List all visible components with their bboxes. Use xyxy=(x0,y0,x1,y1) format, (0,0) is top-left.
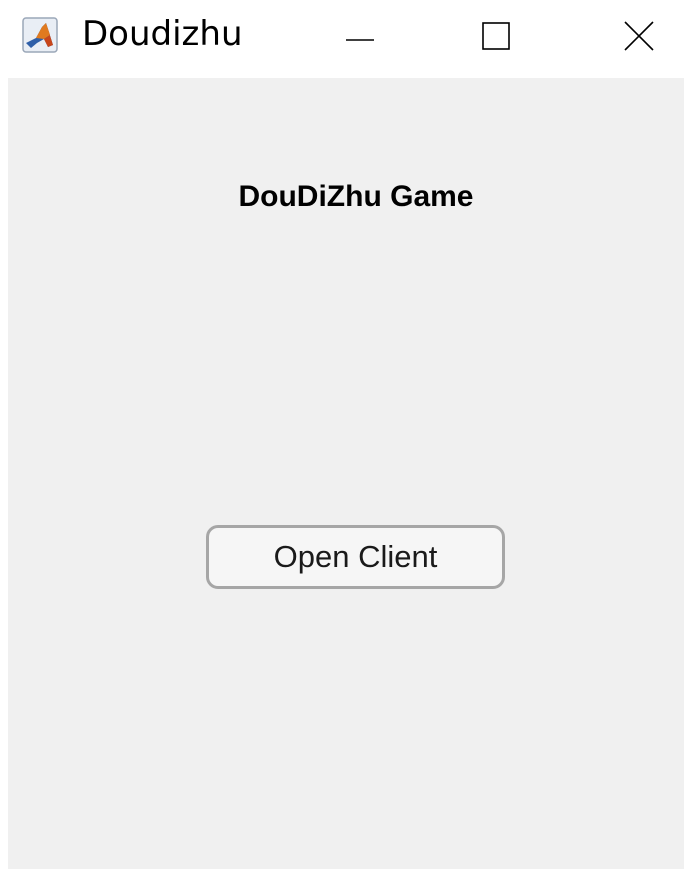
title-bar[interactable]: Doudizhu xyxy=(0,0,684,78)
matlab-logo-icon xyxy=(22,17,58,53)
figure-panel: DouDiZhu Game Open Client xyxy=(8,78,684,869)
window-title: Doudizhu xyxy=(82,14,243,54)
minimize-button[interactable] xyxy=(324,10,396,62)
maximize-icon xyxy=(482,22,510,50)
maximize-button[interactable] xyxy=(460,10,532,62)
close-button[interactable] xyxy=(603,10,675,62)
game-heading: DouDiZhu Game xyxy=(238,180,474,213)
open-client-button[interactable]: Open Client xyxy=(206,525,505,589)
minimize-icon xyxy=(346,39,374,41)
app-window: Doudizhu DouDiZhu Game Open Client xyxy=(0,0,684,869)
close-icon xyxy=(624,21,654,51)
